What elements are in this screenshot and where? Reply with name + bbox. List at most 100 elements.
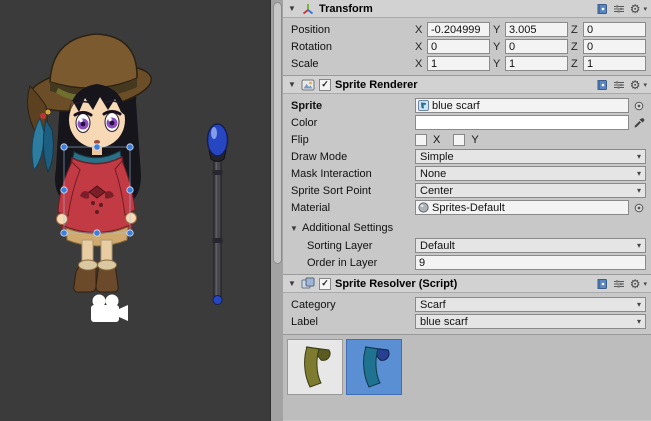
material-label: Material (291, 202, 415, 214)
transform-header[interactable]: ▼ Transform ⚙ ▾ (283, 0, 651, 18)
help-icon[interactable] (596, 79, 608, 91)
sprite-resolver-component: ▼ ✓ Sprite Resolver (Script) (283, 274, 651, 421)
draw-mode-dropdown[interactable]: Simple ▾ (415, 149, 646, 164)
draw-mode-label: Draw Mode (291, 151, 415, 163)
olive-scarf-sprite (293, 341, 337, 393)
component-enabled-checkbox[interactable]: ✓ (319, 278, 331, 290)
staff-prop[interactable] (208, 124, 228, 305)
scale-x-input[interactable] (427, 56, 490, 71)
category-row: Category Scarf ▾ (283, 296, 651, 313)
sprite-object-field[interactable]: blue scarf (415, 98, 629, 113)
eyedropper-icon[interactable] (633, 117, 645, 129)
sprite-variant-preview-strip (283, 334, 651, 420)
blue-scarf-sprite (352, 341, 396, 393)
sprite-row: Sprite blue scarf (283, 97, 651, 114)
foldout-icon[interactable]: ▼ (287, 4, 297, 13)
dropdown-arrow-icon: ▾ (637, 152, 641, 161)
dropdown-arrow-icon: ▾ (637, 186, 641, 195)
flip-y-checkbox[interactable] (453, 134, 465, 146)
color-swatch[interactable] (415, 115, 629, 130)
component-enabled-checkbox[interactable]: ✓ (319, 79, 331, 91)
help-icon[interactable] (596, 3, 608, 15)
sorting-layer-label: Sorting Layer (291, 240, 415, 252)
position-label: Position (291, 24, 415, 36)
object-picker-icon[interactable] (634, 101, 644, 111)
foldout-icon[interactable]: ▼ (289, 224, 299, 233)
label-dropdown[interactable]: blue scarf ▾ (415, 314, 646, 329)
gear-icon[interactable]: ⚙ (630, 278, 641, 290)
gear-menu-arrow-icon[interactable]: ▾ (643, 81, 647, 89)
position-y-input[interactable] (505, 22, 568, 37)
rotation-z-input[interactable] (583, 39, 646, 54)
sprite-sort-point-value: Center (420, 185, 637, 197)
order-in-layer-row: Order in Layer (283, 254, 651, 271)
sprite-resolver-header[interactable]: ▼ ✓ Sprite Resolver (Script) (283, 275, 651, 293)
dropdown-arrow-icon: ▾ (637, 169, 641, 178)
rotation-y-input[interactable] (505, 39, 568, 54)
scene-canvas[interactable] (0, 0, 270, 421)
scene-view[interactable] (0, 0, 270, 421)
sprite-sort-point-dropdown[interactable]: Center ▾ (415, 183, 646, 198)
foldout-icon[interactable]: ▼ (287, 80, 297, 89)
preset-icon[interactable] (613, 278, 625, 290)
component-title: Transform (319, 3, 373, 15)
component-title: Sprite Renderer (335, 79, 418, 91)
preset-icon[interactable] (613, 79, 625, 91)
category-value: Scarf (420, 299, 637, 311)
mask-interaction-value: None (420, 168, 637, 180)
character-sprite[interactable] (25, 34, 154, 292)
rotation-label: Rotation (291, 41, 415, 53)
sprite-sort-point-row: Sprite Sort Point Center ▾ (283, 182, 651, 199)
dropdown-arrow-icon: ▾ (637, 241, 641, 250)
rotation-x-input[interactable] (427, 39, 490, 54)
flip-label: Flip (291, 134, 415, 146)
x-axis-label: X (415, 58, 424, 70)
scale-row: Scale X Y Z (283, 55, 651, 72)
object-picker-icon[interactable] (634, 203, 644, 213)
dropdown-arrow-icon: ▾ (637, 317, 641, 326)
z-axis-label: Z (571, 58, 580, 70)
order-in-layer-label: Order in Layer (291, 257, 415, 269)
transform-icon (301, 2, 315, 16)
y-axis-label: Y (493, 41, 502, 53)
category-dropdown[interactable]: Scarf ▾ (415, 297, 646, 312)
gear-menu-arrow-icon[interactable]: ▾ (643, 5, 647, 13)
mask-interaction-dropdown[interactable]: None ▾ (415, 166, 646, 181)
gear-icon[interactable]: ⚙ (630, 79, 641, 91)
x-axis-label: X (415, 41, 424, 53)
material-object-field[interactable]: Sprites-Default (415, 200, 629, 215)
material-object-value: Sprites-Default (432, 202, 626, 214)
scrollbar-thumb[interactable] (273, 2, 282, 264)
y-axis-label: Y (493, 24, 502, 36)
order-in-layer-input[interactable] (415, 255, 646, 270)
scale-y-input[interactable] (505, 56, 568, 71)
inspector-scrollbar[interactable] (270, 0, 283, 421)
sprite-renderer-header[interactable]: ▼ ✓ Sprite Renderer (283, 76, 651, 94)
help-icon[interactable] (596, 278, 608, 290)
boots (74, 260, 118, 292)
variant-thumbnail-olive-scarf[interactable] (287, 339, 343, 395)
flip-x-label: X (433, 134, 440, 146)
camera-gizmo-icon[interactable] (91, 295, 128, 323)
label-label: Label (291, 316, 415, 328)
variant-thumbnail-blue-scarf-selected[interactable] (346, 339, 402, 395)
sorting-layer-row: Sorting Layer Default ▾ (283, 237, 651, 254)
label-row: Label blue scarf ▾ (283, 313, 651, 330)
flip-x-checkbox[interactable] (415, 134, 427, 146)
sprite-thumbnail-icon (418, 100, 429, 111)
foldout-icon[interactable]: ▼ (287, 279, 297, 288)
sprite-sort-point-label: Sprite Sort Point (291, 185, 415, 197)
scale-z-input[interactable] (583, 56, 646, 71)
position-z-input[interactable] (583, 22, 646, 37)
sorting-layer-value: Default (420, 240, 637, 252)
color-row: Color (283, 114, 651, 131)
position-x-input[interactable] (427, 22, 490, 37)
dropdown-arrow-icon: ▾ (637, 300, 641, 309)
component-title: Sprite Resolver (Script) (335, 278, 457, 290)
gear-icon[interactable]: ⚙ (630, 3, 641, 15)
sorting-layer-dropdown[interactable]: Default ▾ (415, 238, 646, 253)
preset-icon[interactable] (613, 3, 625, 15)
gear-menu-arrow-icon[interactable]: ▾ (643, 280, 647, 288)
additional-settings-foldout[interactable]: ▼ Additional Settings (283, 219, 651, 237)
flip-y-label: Y (471, 134, 478, 146)
